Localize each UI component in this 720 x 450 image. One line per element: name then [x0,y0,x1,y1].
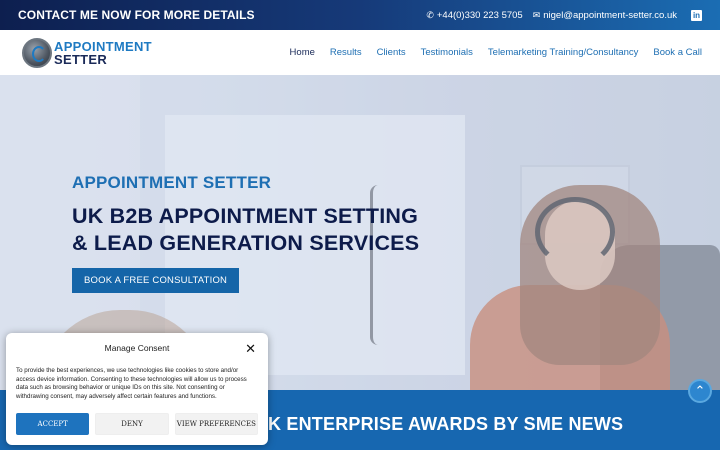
phone-link[interactable]: ✆ +44(0)330 223 5705 [426,10,522,21]
main-nav: Home Results Clients Testimonials Telema… [290,47,702,58]
email-address: nigel@appointment-setter.co.uk [543,9,677,21]
view-preferences-button[interactable]: VIEW PREFERENCES [174,413,258,436]
contact-cta-text: CONTACT ME NOW FOR MORE DETAILS [18,8,255,22]
awards-title: K ENTERPRISE AWARDS BY SME NEWS [268,414,624,434]
top-contact-bar: CONTACT ME NOW FOR MORE DETAILS ✆ +44(0)… [0,0,720,30]
nav-item-clients[interactable]: Clients [377,47,406,58]
hero-title: UK B2B APPOINTMENT SETTING & LEAD GENERA… [72,203,419,257]
book-consultation-button[interactable]: BOOK A FREE CONSULTATION [72,268,240,293]
consent-header: Manage Consent ✕ [16,341,258,357]
consent-title: Manage Consent [104,343,170,353]
nav-item-results[interactable]: Results [330,47,362,58]
site-logo[interactable]: APPOINTMENT SETTER [22,37,152,68]
consent-buttons: ACCEPT DENY VIEW PREFERENCES [16,413,258,436]
contact-links: ✆ +44(0)330 223 5705 ✉ nigel@appointment… [426,9,702,21]
hero-content: APPOINTMENT SETTER UK B2B APPOINTMENT SE… [72,173,419,293]
cookie-consent-dialog: Manage Consent ✕ To provide the best exp… [6,333,268,445]
consent-text: To provide the best experiences, we use … [16,367,247,400]
linkedin-icon[interactable]: in [691,9,702,21]
nav-item-testimonials[interactable]: Testimonials [421,47,473,58]
scroll-to-top-button[interactable]: ⌃ [688,379,712,403]
accept-button[interactable]: ACCEPT [16,413,90,436]
nav-item-home[interactable]: Home [290,47,315,58]
phone-icon: ✆ [426,9,434,20]
deny-button[interactable]: DENY [95,413,169,436]
hero-title-line-2: & LEAD GENERATION SERVICES [72,231,420,255]
nav-item-book-call[interactable]: Book a Call [653,47,702,58]
hero-title-line-1: UK B2B APPOINTMENT SETTING [72,204,419,228]
logo-text: APPOINTMENT SETTER [54,40,152,66]
logo-line-1: APPOINTMENT [54,38,152,54]
logo-line-2: SETTER [54,51,108,67]
hero-subtitle: APPOINTMENT SETTER [72,173,272,192]
close-icon[interactable]: ✕ [245,341,256,357]
email-link[interactable]: ✉ nigel@appointment-setter.co.uk [533,10,677,21]
chevron-up-icon: ⌃ [694,383,706,398]
phone-number: +44(0)330 223 5705 [436,9,523,21]
logo-mark-icon [22,37,52,68]
envelope-icon: ✉ [532,9,541,20]
nav-item-training[interactable]: Telemarketing Training/Consultancy [488,47,639,58]
site-header: APPOINTMENT SETTER Home Results Clients … [0,30,720,75]
